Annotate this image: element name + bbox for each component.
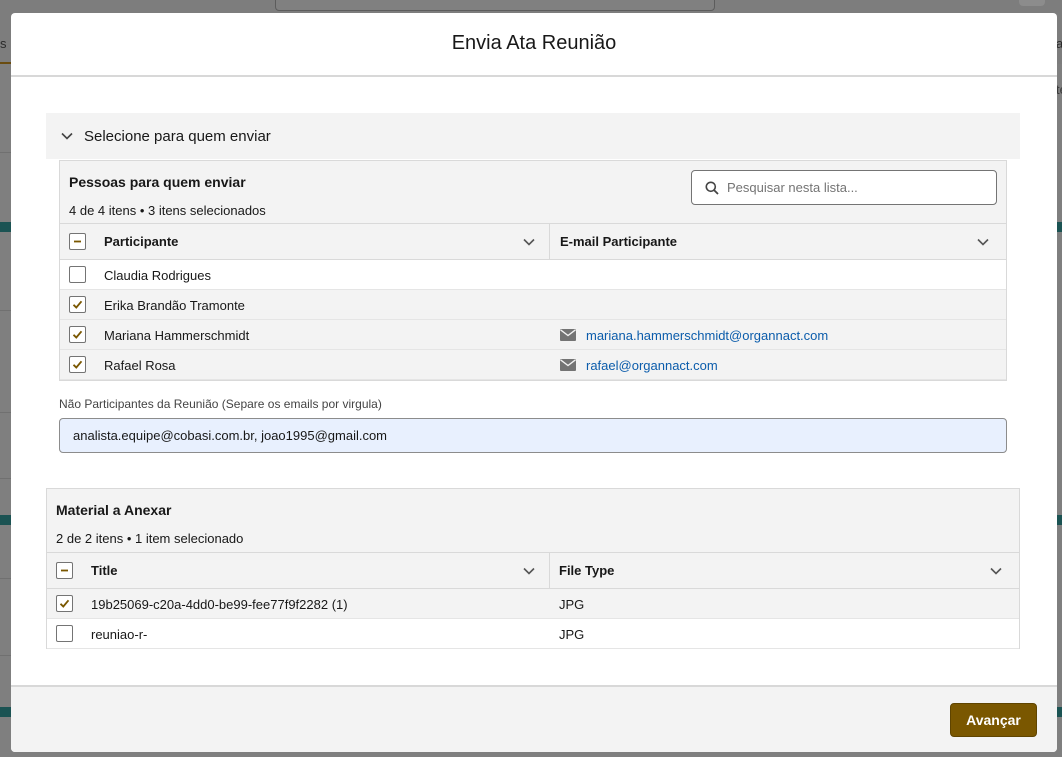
material-title: reuniao-r- [91, 626, 148, 642]
participant-email-link[interactable]: rafael@organnact.com [586, 358, 718, 373]
search-icon [705, 181, 719, 195]
checkmark-icon [72, 360, 83, 369]
material-file-type: JPG [559, 626, 585, 642]
people-search-box [691, 170, 997, 205]
select-all-checkbox[interactable] [56, 562, 73, 579]
non-participants-input[interactable] [59, 418, 1007, 453]
minus-icon [61, 569, 68, 572]
column-header-email[interactable]: E-mail Participante [560, 224, 677, 259]
table-row: Rafael Rosa rafael@organnact.com [60, 350, 1006, 380]
material-title: 19b25069-c20a-4dd0-be99-fee77f9f2282 (1) [91, 596, 348, 612]
non-participants-label: Não Participantes da Reunião (Separe os … [59, 397, 382, 411]
people-search-input[interactable] [727, 180, 987, 195]
table-row: reuniao-r- JPG [47, 619, 1019, 649]
next-button[interactable]: Avançar [950, 703, 1037, 737]
minus-icon [74, 240, 81, 243]
material-card-title: Material a Anexar [56, 502, 172, 518]
people-card-summary: 4 de 4 itens • 3 itens selecionados [69, 203, 266, 218]
checkmark-icon [72, 330, 83, 339]
participant-name: Erika Brandão Tramonte [104, 297, 245, 313]
participant-name: Claudia Rodrigues [104, 267, 211, 283]
material-table: Title File Type 19b25069-c20a-4dd0-be99-… [47, 552, 1019, 649]
table-row: 19b25069-c20a-4dd0-be99-fee77f9f2282 (1)… [47, 589, 1019, 619]
email-icon [560, 329, 576, 341]
chevron-down-icon[interactable] [522, 235, 536, 249]
material-table-header: Title File Type [47, 552, 1019, 589]
people-card-title: Pessoas para quem enviar [69, 174, 246, 190]
participant-email-cell: mariana.hammerschmidt@organnact.com [560, 320, 828, 350]
row-checkbox[interactable] [69, 266, 86, 283]
column-header-participant[interactable]: Participante [104, 224, 178, 259]
background-text-fragment: s [0, 36, 7, 51]
section-toggle-recipients[interactable]: Selecione para quem enviar [46, 113, 1020, 159]
section-label: Selecione para quem enviar [84, 127, 271, 145]
column-divider [549, 553, 550, 588]
chevron-down-icon[interactable] [522, 564, 536, 578]
participant-name: Rafael Rosa [104, 357, 176, 373]
material-file-type: JPG [559, 596, 585, 612]
email-icon [560, 359, 576, 371]
checkmark-icon [59, 599, 70, 608]
modal-footer: Avançar [11, 685, 1057, 752]
material-card: Material a Anexar 2 de 2 itens • 1 item … [46, 488, 1020, 649]
people-table-header: Participante E-mail Participante [60, 223, 1006, 260]
people-table: Participante E-mail Participante Claudia… [60, 223, 1006, 380]
modal-dialog: Envia Ata Reunião Selecione para quem en… [11, 13, 1057, 752]
checkmark-icon [72, 300, 83, 309]
chevron-down-icon[interactable] [989, 564, 1003, 578]
modal-title: Envia Ata Reunião [451, 31, 617, 54]
chevron-down-icon[interactable] [976, 235, 990, 249]
people-card: Pessoas para quem enviar 4 de 4 itens • … [59, 160, 1007, 381]
participant-email-cell: rafael@organnact.com [560, 350, 718, 380]
participant-email-link[interactable]: mariana.hammerschmidt@organnact.com [586, 328, 828, 343]
chevron-down-icon [61, 132, 73, 140]
row-checkbox[interactable] [56, 625, 73, 642]
background-button [1019, 0, 1045, 6]
table-row: Mariana Hammerschmidt mariana.hammerschm… [60, 320, 1006, 350]
row-checkbox[interactable] [69, 326, 86, 343]
row-checkbox[interactable] [69, 356, 86, 373]
column-divider [549, 224, 550, 259]
modal-header: Envia Ata Reunião [11, 13, 1057, 77]
material-card-summary: 2 de 2 itens • 1 item selecionado [56, 531, 244, 546]
row-checkbox[interactable] [69, 296, 86, 313]
participant-name: Mariana Hammerschmidt [104, 327, 250, 343]
background-search-bar [275, 0, 715, 11]
row-checkbox[interactable] [56, 595, 73, 612]
table-row: Erika Brandão Tramonte [60, 290, 1006, 320]
table-row: Claudia Rodrigues [60, 260, 1006, 290]
column-header-title[interactable]: Title [91, 553, 118, 588]
select-all-checkbox[interactable] [69, 233, 86, 250]
column-header-file-type[interactable]: File Type [559, 553, 614, 588]
